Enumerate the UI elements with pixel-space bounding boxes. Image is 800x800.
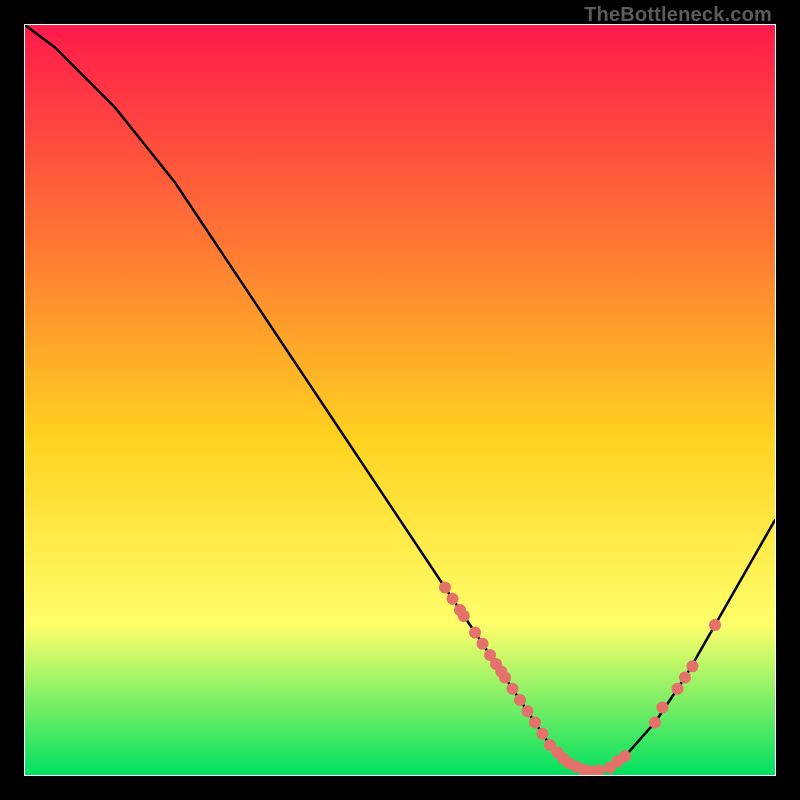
data-marker [679, 672, 691, 684]
data-marker [499, 672, 511, 684]
data-marker [522, 705, 534, 717]
data-marker [439, 582, 451, 594]
data-marker [458, 610, 470, 622]
data-marker [514, 694, 526, 706]
data-marker [709, 619, 721, 631]
chart-frame [24, 24, 776, 776]
data-marker [657, 702, 669, 714]
data-marker [447, 593, 459, 605]
data-marker [649, 717, 661, 729]
data-marker [469, 627, 481, 639]
data-marker [687, 660, 699, 672]
data-marker [507, 683, 519, 695]
data-marker [529, 717, 541, 729]
data-marker [619, 750, 631, 762]
data-marker [672, 683, 684, 695]
bottleneck-chart [25, 25, 775, 775]
data-marker [537, 728, 549, 740]
data-marker [477, 638, 489, 650]
